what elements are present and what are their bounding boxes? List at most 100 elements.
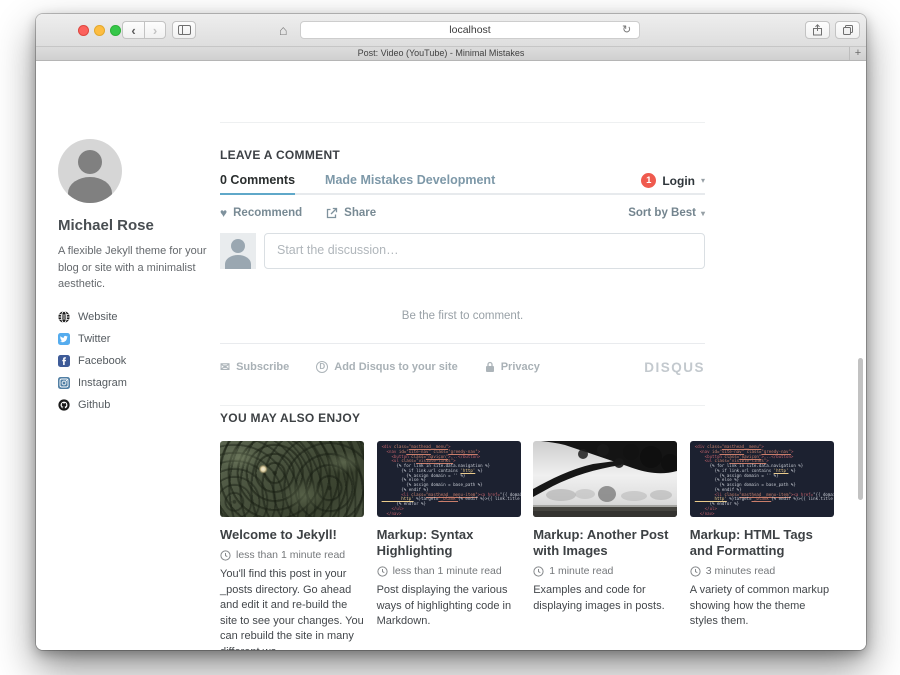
show-tabs-button[interactable] bbox=[835, 21, 860, 39]
author-link-twitter[interactable]: Twitter bbox=[58, 333, 216, 346]
author-link-facebook[interactable]: Facebook bbox=[58, 355, 216, 368]
home-icon[interactable]: ⌂ bbox=[279, 22, 287, 38]
active-tab[interactable]: Post: Video (YouTube) - Minimal Mistakes bbox=[36, 47, 846, 60]
post-excerpt: Examples and code for displaying images … bbox=[533, 583, 677, 614]
new-tab-button[interactable]: + bbox=[849, 47, 866, 60]
close-window-button[interactable] bbox=[78, 25, 89, 36]
browser-window: ‹ › ⌂ ↻ Post: Video (YouTube) - Minimal … bbox=[36, 14, 866, 650]
disqus-d-icon: D bbox=[316, 361, 328, 373]
share-thread-button[interactable]: Share bbox=[326, 207, 376, 219]
github-icon bbox=[58, 399, 70, 411]
read-time-label: 3 minutes read bbox=[706, 565, 775, 577]
post-excerpt: Post displaying the various ways of high… bbox=[377, 583, 521, 630]
post-title-link[interactable]: Markup: HTML Tags and Formatting bbox=[690, 527, 834, 559]
post-thumbnail[interactable] bbox=[220, 441, 364, 517]
sort-label: Sort by Best bbox=[628, 207, 696, 219]
comment-input[interactable] bbox=[264, 233, 705, 269]
address-bar-input[interactable] bbox=[300, 21, 640, 39]
empty-thread-message: Be the first to comment. bbox=[220, 310, 705, 322]
comments-section: LEAVE A COMMENT 0 Comments Made Mistakes… bbox=[220, 122, 705, 406]
disqus-action-row: ♥ Recommend Share Sort by Best ▾ bbox=[220, 205, 705, 221]
author-link-label: Website bbox=[78, 311, 118, 323]
instagram-icon bbox=[58, 377, 70, 389]
read-time-label: less than 1 minute read bbox=[236, 549, 345, 561]
share-button[interactable] bbox=[805, 21, 830, 39]
post-read-time: 1 minute read bbox=[533, 565, 677, 577]
lock-icon bbox=[485, 361, 495, 373]
sidebar-icon bbox=[178, 25, 191, 35]
post-title-link[interactable]: Markup: Syntax Highlighting bbox=[377, 527, 521, 559]
divider bbox=[220, 343, 705, 344]
post-read-time: less than 1 minute read bbox=[377, 565, 521, 577]
tab-community[interactable]: Made Mistakes Development bbox=[325, 173, 495, 193]
post-excerpt: A variety of common markup showing how t… bbox=[690, 583, 834, 630]
disqus-logo[interactable]: DISQUS bbox=[644, 360, 705, 375]
author-bio: A flexible Jekyll theme for your blog or… bbox=[58, 243, 210, 293]
guest-avatar bbox=[220, 233, 256, 269]
clock-icon bbox=[220, 550, 231, 561]
disqus-tab-row: 0 Comments Made Mistakes Development 1 L… bbox=[220, 173, 705, 195]
browser-titlebar: ‹ › ⌂ ↻ bbox=[36, 14, 866, 46]
add-disqus-link[interactable]: D Add Disqus to your site bbox=[316, 361, 457, 373]
author-link-website[interactable]: Website bbox=[58, 311, 216, 324]
author-link-label: Github bbox=[78, 399, 110, 411]
add-disqus-label: Add Disqus to your site bbox=[334, 361, 457, 373]
chevron-left-icon: ‹ bbox=[131, 24, 135, 37]
post-title-link[interactable]: Markup: Another Post with Images bbox=[533, 527, 677, 559]
forward-button[interactable]: › bbox=[144, 21, 166, 39]
related-post-card: Markup: Another Post with Images 1 minute… bbox=[533, 441, 677, 650]
divider bbox=[220, 405, 705, 406]
author-link-label: Facebook bbox=[78, 355, 126, 367]
share-arrow-icon bbox=[326, 207, 338, 219]
author-links: Website Twitter Facebook Instagram Github bbox=[58, 311, 216, 412]
recommend-button[interactable]: ♥ Recommend bbox=[220, 207, 302, 219]
share-label: Share bbox=[344, 207, 376, 219]
twitter-icon bbox=[58, 333, 70, 345]
zoom-window-button[interactable] bbox=[110, 25, 121, 36]
page-content: Michael Rose A flexible Jekyll theme for… bbox=[36, 61, 866, 650]
read-time-label: less than 1 minute read bbox=[393, 565, 502, 577]
window-controls bbox=[78, 25, 121, 36]
post-read-time: 3 minutes read bbox=[690, 565, 834, 577]
post-title-link[interactable]: Welcome to Jekyll! bbox=[220, 527, 364, 543]
author-link-label: Instagram bbox=[78, 377, 127, 389]
post-thumbnail[interactable]: <div class="masthead__menu"> <nav id="si… bbox=[377, 441, 521, 517]
privacy-link[interactable]: Privacy bbox=[485, 361, 540, 373]
author-link-label: Twitter bbox=[78, 333, 110, 345]
login-label: Login bbox=[662, 174, 695, 188]
post-read-time: less than 1 minute read bbox=[220, 549, 364, 561]
clock-icon bbox=[690, 566, 701, 577]
related-post-card: <div class="masthead__menu"> <nav id="si… bbox=[690, 441, 834, 650]
comment-editor bbox=[220, 233, 705, 269]
sidebar-toggle-button[interactable] bbox=[172, 21, 196, 39]
scrollbar-thumb[interactable] bbox=[858, 358, 863, 500]
post-thumbnail[interactable]: <div class="masthead__menu"> <nav id="si… bbox=[690, 441, 834, 517]
subscribe-link[interactable]: ✉ Subscribe bbox=[220, 361, 289, 373]
related-posts-grid: Welcome to Jekyll! less than 1 minute rea… bbox=[220, 441, 836, 650]
clock-icon bbox=[377, 566, 388, 577]
envelope-icon: ✉ bbox=[220, 361, 230, 373]
chevron-down-icon: ▾ bbox=[701, 209, 705, 218]
sort-menu[interactable]: Sort by Best ▾ bbox=[628, 207, 705, 219]
you-may-also-enjoy-heading: YOU MAY ALSO ENJOY bbox=[220, 411, 836, 425]
recommend-label: Recommend bbox=[233, 207, 302, 219]
tab-comments[interactable]: 0 Comments bbox=[220, 173, 295, 195]
back-button[interactable]: ‹ bbox=[122, 21, 144, 39]
history-nav: ‹ › bbox=[122, 21, 166, 39]
code-screenshot: <div class="masthead__menu"> <nav id="si… bbox=[695, 445, 829, 516]
author-link-github[interactable]: Github bbox=[58, 399, 216, 412]
post-excerpt: You'll find this post in your _posts dir… bbox=[220, 567, 364, 650]
foggy-tree-photo bbox=[533, 441, 677, 517]
author-profile: Michael Rose A flexible Jekyll theme for… bbox=[58, 139, 216, 421]
author-link-instagram[interactable]: Instagram bbox=[58, 377, 216, 390]
heart-icon: ♥ bbox=[220, 207, 227, 219]
leave-a-comment-heading: LEAVE A COMMENT bbox=[220, 148, 705, 162]
clock-icon bbox=[533, 566, 544, 577]
login-menu[interactable]: 1 Login ▾ bbox=[641, 173, 705, 193]
post-thumbnail[interactable] bbox=[533, 441, 677, 517]
reload-icon[interactable]: ↻ bbox=[622, 23, 631, 37]
tab-bar: Post: Video (YouTube) - Minimal Mistakes… bbox=[36, 46, 866, 61]
tabs-icon bbox=[842, 24, 854, 36]
minimize-window-button[interactable] bbox=[94, 25, 105, 36]
related-post-card: Welcome to Jekyll! less than 1 minute rea… bbox=[220, 441, 364, 650]
